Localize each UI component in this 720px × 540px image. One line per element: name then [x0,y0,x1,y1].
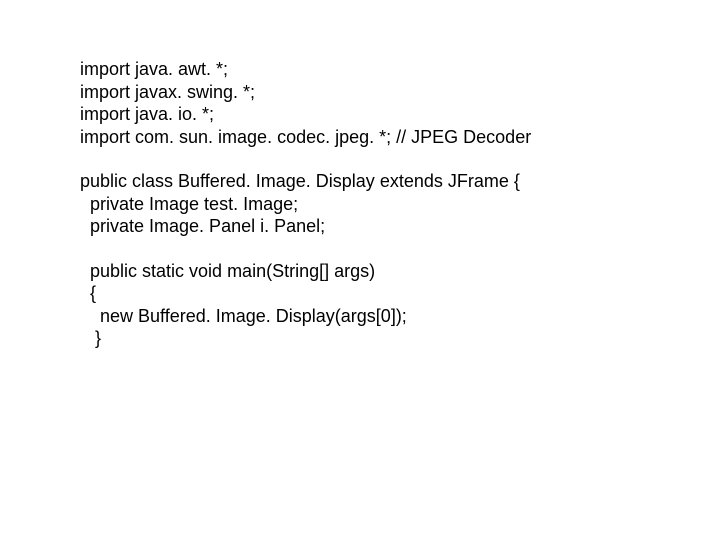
code-line: public static void main(String[] args) [80,260,720,283]
code-line: } [80,327,720,350]
code-line: private Image. Panel i. Panel; [80,215,720,238]
blank-line [80,238,720,260]
code-line: { [80,282,720,305]
code-line: import java. io. *; [80,103,720,126]
code-line: new Buffered. Image. Display(args[0]); [80,305,720,328]
code-line: private Image test. Image; [80,193,720,216]
blank-line [80,148,720,170]
code-line: import javax. swing. *; [80,81,720,104]
code-line: import java. awt. *; [80,58,720,81]
code-line: import com. sun. image. codec. jpeg. *; … [80,126,720,149]
code-slide: import java. awt. *; import javax. swing… [0,0,720,350]
code-line: public class Buffered. Image. Display ex… [80,170,720,193]
